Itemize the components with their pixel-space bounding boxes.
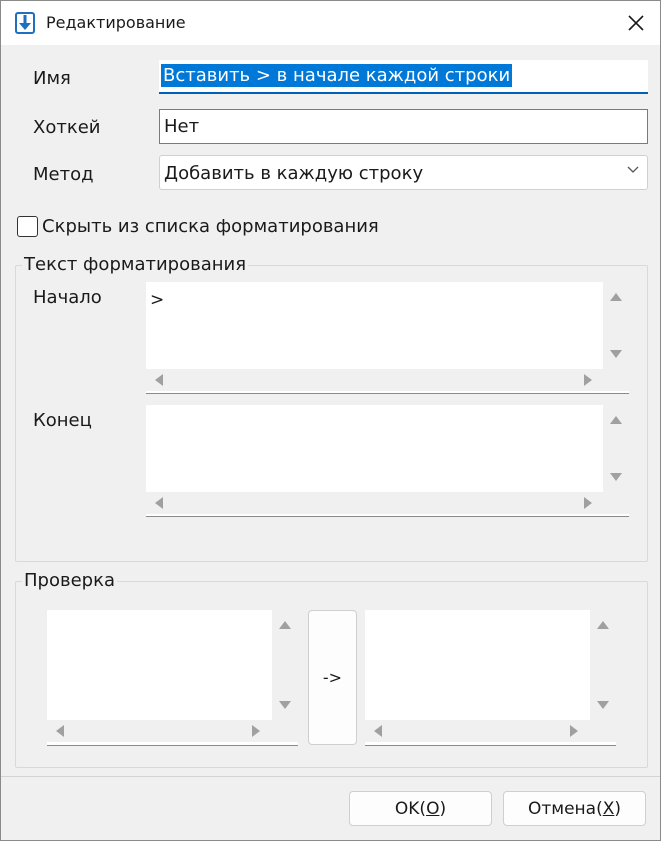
- start-textarea[interactable]: >: [146, 282, 629, 394]
- scroll-right-icon[interactable]: [252, 725, 260, 737]
- end-vertical-scrollbar[interactable]: [603, 405, 629, 492]
- hotkey-label: Хоткей: [33, 117, 101, 138]
- close-button[interactable]: [613, 1, 659, 45]
- name-input-value: Вставить > в начале каждой строки: [161, 64, 513, 87]
- scroll-left-icon[interactable]: [374, 725, 382, 737]
- end-horizontal-scrollbar[interactable]: [146, 492, 629, 514]
- start-horizontal-scrollbar[interactable]: [146, 369, 629, 391]
- check-output-horizontal-scrollbar[interactable]: [365, 720, 616, 742]
- end-label: Конец: [33, 410, 92, 431]
- hide-from-list-checkbox[interactable]: [17, 216, 38, 237]
- scroll-up-icon[interactable]: [610, 293, 622, 301]
- scroll-down-icon[interactable]: [610, 473, 622, 481]
- ok-button[interactable]: OK(O): [349, 791, 492, 826]
- method-dropdown-value: Добавить в каждую строку: [164, 163, 424, 184]
- footer-separator: [1, 776, 660, 777]
- method-label: Метод: [33, 164, 94, 185]
- cancel-button-label: Отмена(: [527, 798, 603, 819]
- hide-from-list-label[interactable]: Скрыть из списка форматирования: [42, 216, 379, 237]
- scroll-left-icon[interactable]: [155, 497, 163, 509]
- check-output-vertical-scrollbar[interactable]: [590, 610, 616, 720]
- scroll-down-icon[interactable]: [279, 701, 291, 709]
- convert-button[interactable]: ->: [308, 610, 357, 745]
- check-input-horizontal-scrollbar[interactable]: [47, 720, 298, 742]
- check-group-title: Проверка: [22, 570, 117, 591]
- scroll-left-icon[interactable]: [56, 725, 64, 737]
- download-arrow-icon: [15, 12, 35, 34]
- scroll-up-icon[interactable]: [279, 621, 291, 629]
- check-input-vertical-scrollbar[interactable]: [272, 610, 298, 720]
- scroll-up-icon[interactable]: [597, 621, 609, 629]
- scroll-right-icon[interactable]: [584, 497, 592, 509]
- title-bar[interactable]: Редактирование: [1, 1, 660, 45]
- scroll-right-icon[interactable]: [570, 725, 578, 737]
- start-textarea-value: >: [150, 290, 165, 310]
- ok-button-close: ): [439, 798, 447, 819]
- cancel-button-close: ): [614, 798, 622, 819]
- hotkey-input-value: Нет: [164, 116, 200, 137]
- scroll-down-icon[interactable]: [597, 701, 609, 709]
- format-text-group-title: Текст форматирования: [22, 254, 249, 275]
- scroll-down-icon[interactable]: [610, 350, 622, 358]
- edit-dialog: Редактирование Имя Вставить > в начале к…: [0, 0, 661, 841]
- cancel-button-hotkey: X: [602, 798, 615, 819]
- ok-button-hotkey: O: [426, 798, 440, 819]
- name-input[interactable]: Вставить > в начале каждой строки: [159, 60, 648, 94]
- start-vertical-scrollbar[interactable]: [603, 282, 629, 369]
- start-label: Начало: [33, 287, 102, 308]
- scroll-up-icon[interactable]: [610, 416, 622, 424]
- scroll-right-icon[interactable]: [584, 374, 592, 386]
- check-input-textarea[interactable]: [47, 610, 298, 746]
- window-title: Редактирование: [46, 13, 186, 32]
- hotkey-input[interactable]: Нет: [159, 109, 648, 144]
- chevron-down-icon: [627, 166, 639, 173]
- name-label: Имя: [33, 68, 71, 89]
- end-textarea[interactable]: [146, 405, 629, 517]
- method-dropdown[interactable]: Добавить в каждую строку: [159, 155, 648, 190]
- check-output-textarea[interactable]: [365, 610, 616, 746]
- cancel-button[interactable]: Отмена(X): [503, 791, 646, 826]
- ok-button-label: OK(: [394, 798, 427, 819]
- close-icon: [628, 15, 644, 31]
- scroll-left-icon[interactable]: [155, 374, 163, 386]
